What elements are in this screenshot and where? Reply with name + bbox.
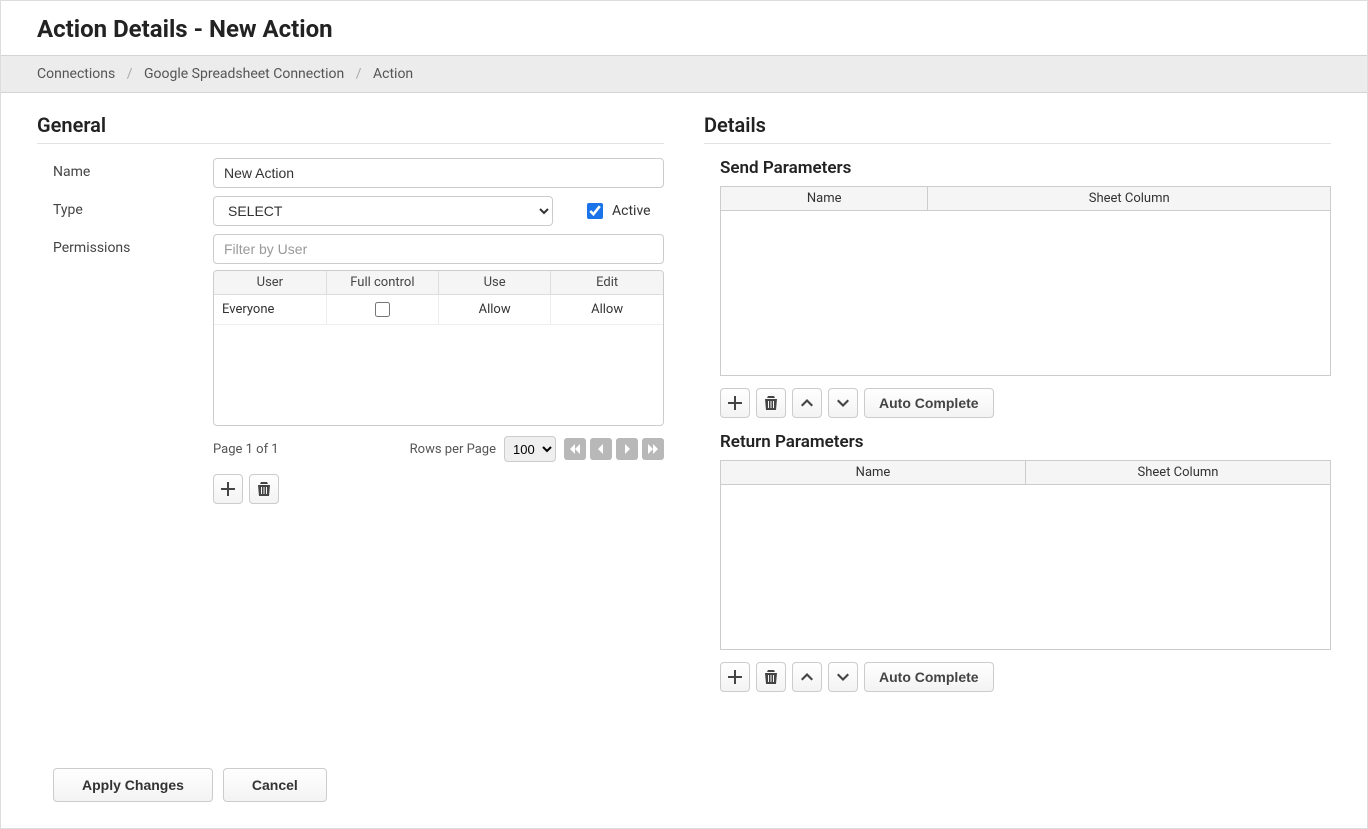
return-moveup-button[interactable] bbox=[792, 662, 822, 692]
pager-prev-icon[interactable] bbox=[590, 438, 612, 460]
send-parameters-body bbox=[720, 211, 1331, 376]
return-add-button[interactable] bbox=[720, 662, 750, 692]
pager-last-icon[interactable] bbox=[642, 438, 664, 460]
chevron-up-icon bbox=[799, 395, 815, 411]
rows-per-page-select[interactable]: 100 bbox=[504, 436, 556, 462]
apply-changes-button[interactable]: Apply Changes bbox=[53, 768, 213, 802]
breadcrumb-google-spreadsheet[interactable]: Google Spreadsheet Connection bbox=[144, 66, 344, 82]
type-select[interactable]: SELECT bbox=[213, 196, 553, 226]
send-header-sheetcolumn: Sheet Column bbox=[928, 187, 1331, 211]
perm-use: Allow bbox=[439, 295, 551, 325]
pager-next-icon[interactable] bbox=[616, 438, 638, 460]
perm-delete-button[interactable] bbox=[249, 474, 279, 504]
perm-row[interactable]: Everyone Allow Allow bbox=[214, 295, 663, 325]
perm-header-user: User bbox=[214, 271, 326, 295]
perm-add-button[interactable] bbox=[213, 474, 243, 504]
label-type: Type bbox=[53, 196, 213, 218]
perm-header-use: Use bbox=[439, 271, 551, 295]
return-autocomplete-button[interactable]: Auto Complete bbox=[864, 662, 994, 692]
pager-first-icon[interactable] bbox=[564, 438, 586, 460]
return-parameters-body bbox=[720, 485, 1331, 650]
send-add-button[interactable] bbox=[720, 388, 750, 418]
breadcrumb-connections[interactable]: Connections bbox=[37, 66, 115, 82]
plus-icon bbox=[220, 481, 236, 497]
perm-header-fullcontrol: Full control bbox=[326, 271, 438, 295]
chevron-down-icon bbox=[835, 669, 851, 685]
return-delete-button[interactable] bbox=[756, 662, 786, 692]
send-autocomplete-button[interactable]: Auto Complete bbox=[864, 388, 994, 418]
rows-per-page-label: Rows per Page bbox=[410, 442, 496, 457]
send-delete-button[interactable] bbox=[756, 388, 786, 418]
pager-text: Page 1 of 1 bbox=[213, 442, 279, 457]
trash-icon bbox=[763, 669, 779, 685]
perm-header-edit: Edit bbox=[551, 271, 663, 295]
active-checkbox[interactable] bbox=[587, 203, 603, 219]
label-active: Active bbox=[612, 203, 651, 219]
breadcrumb: Connections / Google Spreadsheet Connect… bbox=[1, 55, 1367, 93]
name-input[interactable] bbox=[213, 158, 664, 188]
return-parameters-heading: Return Parameters bbox=[720, 432, 1331, 452]
perm-user: Everyone bbox=[214, 295, 326, 325]
trash-icon bbox=[763, 395, 779, 411]
chevron-down-icon bbox=[835, 395, 851, 411]
filter-user-input[interactable] bbox=[213, 234, 664, 264]
section-details: Details bbox=[704, 113, 1331, 144]
chevron-up-icon bbox=[799, 669, 815, 685]
return-movedown-button[interactable] bbox=[828, 662, 858, 692]
send-parameters-heading: Send Parameters bbox=[720, 158, 1331, 178]
label-name: Name bbox=[53, 158, 213, 180]
breadcrumb-sep: / bbox=[127, 66, 133, 82]
plus-icon bbox=[727, 669, 743, 685]
breadcrumb-sep: / bbox=[356, 66, 362, 82]
label-permissions: Permissions bbox=[53, 234, 213, 256]
plus-icon bbox=[727, 395, 743, 411]
perm-edit: Allow bbox=[551, 295, 663, 325]
breadcrumb-action: Action bbox=[373, 66, 413, 82]
page-title: Action Details - New Action bbox=[1, 1, 1367, 55]
cancel-button[interactable]: Cancel bbox=[223, 768, 327, 802]
send-header-name: Name bbox=[721, 187, 928, 211]
perm-fullcontrol-checkbox[interactable] bbox=[375, 302, 390, 317]
return-header-sheetcolumn: Sheet Column bbox=[1026, 461, 1331, 485]
send-movedown-button[interactable] bbox=[828, 388, 858, 418]
section-general: General bbox=[37, 113, 664, 144]
return-header-name: Name bbox=[721, 461, 1026, 485]
send-moveup-button[interactable] bbox=[792, 388, 822, 418]
trash-icon bbox=[256, 481, 272, 497]
